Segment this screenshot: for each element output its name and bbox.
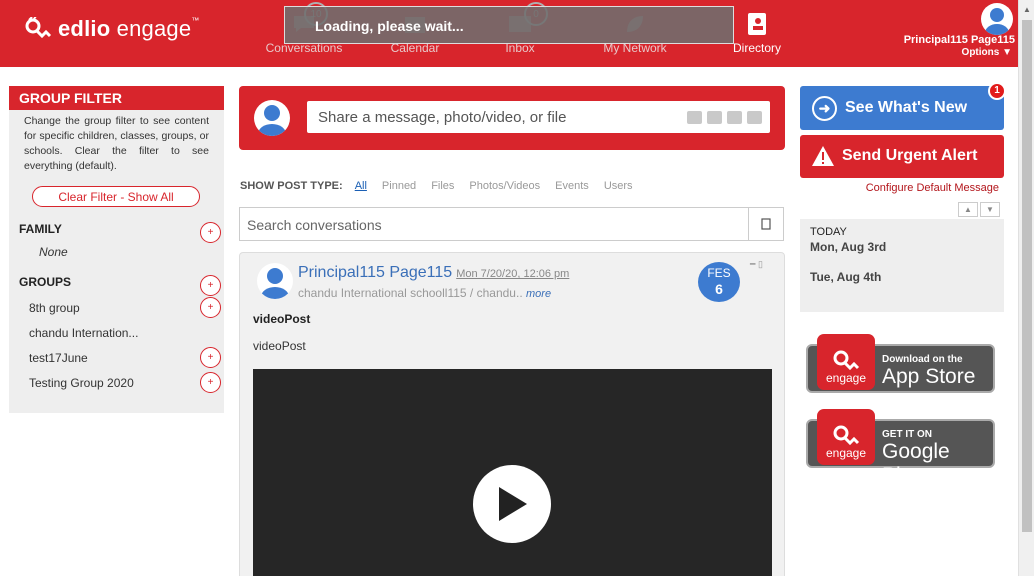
appstore-small-text: Download on the — [882, 354, 963, 365]
clear-filter-button[interactable]: Clear Filter - Show All — [32, 186, 200, 207]
calendar-day[interactable]: Tue, Aug 4th — [810, 270, 881, 284]
post-author-line: Principal115 Page115 Mon 7/20/20, 12:06 p… — [298, 264, 569, 282]
calendar-day[interactable]: Mon, Aug 3rd — [810, 240, 886, 254]
group-item-testing-2020[interactable]: Testing Group 2020 — [29, 376, 134, 390]
more-link[interactable]: more — [526, 288, 551, 300]
post-separator: / — [469, 286, 474, 300]
menu-icon[interactable]: ▯ — [758, 259, 763, 269]
notification-count: 1 — [988, 82, 1006, 100]
logo-text: edlio engage™ — [58, 16, 200, 41]
edlio-logo-icon — [25, 17, 52, 39]
family-title: FAMILY — [19, 222, 62, 236]
upcoming-calendar: TODAY Mon, Aug 3rd Tue, Aug 4th — [800, 219, 1004, 312]
groups-title: GROUPS — [19, 275, 72, 289]
warning-icon — [812, 146, 834, 166]
add-family-button[interactable]: + — [200, 222, 221, 243]
post-date-badge: FES 6 — [698, 262, 740, 302]
gplay-small-text: GET IT ON — [882, 429, 932, 440]
post-type-files[interactable]: Files — [431, 180, 454, 192]
loading-overlay: Loading, please wait... — [284, 6, 734, 44]
scrollbar-thumb[interactable] — [1022, 20, 1032, 532]
engage-app-icon: engage — [817, 334, 875, 390]
post-author-avatar[interactable] — [257, 263, 293, 299]
configure-default-message-link[interactable]: Configure Default Message — [800, 182, 999, 194]
page-scrollbar[interactable]: ▲ — [1018, 0, 1034, 576]
google-play-badge[interactable]: engage GET IT ON Google Play — [806, 409, 995, 487]
chevron-down-icon[interactable]: ▼ — [980, 202, 1000, 217]
edlio-logo-icon — [833, 425, 860, 446]
group-plus-button[interactable]: + — [200, 347, 221, 368]
play-icon — [499, 487, 527, 521]
post-type-users[interactable]: Users — [604, 180, 633, 192]
arrow-right-icon: ➜ — [812, 96, 837, 121]
edlio-engage-logo[interactable]: edlio engage™ — [24, 16, 199, 42]
see-new-label: See What's New — [845, 99, 968, 116]
search-conversations-input[interactable]: Search conversations — [239, 207, 749, 241]
post-type-events[interactable]: Events — [555, 180, 589, 192]
composer-attach-icons — [687, 111, 775, 124]
gplay-big-text: Google Play — [882, 440, 950, 487]
camera-icon[interactable] — [687, 111, 702, 124]
post-group: chandu.. — [476, 286, 523, 300]
post-type-filter: SHOW POST TYPE: All Pinned Files Photos/… — [240, 180, 648, 192]
post-type-all[interactable]: All — [355, 180, 367, 192]
calendar-nav: ▲ ▼ — [958, 202, 1000, 217]
group-item-8th-group[interactable]: 8th group — [29, 301, 80, 315]
today-label: TODAY — [810, 226, 847, 238]
post-author-name[interactable]: Principal115 Page115 — [298, 264, 452, 281]
urgent-label: Send Urgent Alert — [842, 147, 978, 164]
directory-icon — [743, 11, 771, 37]
group-plus-button[interactable]: + — [200, 372, 221, 393]
badge-day: 6 — [715, 281, 723, 297]
nav-label: Directory — [732, 41, 781, 55]
group-item-test17june[interactable]: test17June — [29, 351, 88, 365]
file-icon[interactable] — [727, 111, 742, 124]
chevron-up-icon[interactable]: ▲ — [958, 202, 978, 217]
user-avatar[interactable] — [981, 3, 1013, 35]
post-body: videoPost — [253, 339, 306, 353]
post-audience: chandu International schooll115 / chandu… — [298, 286, 551, 300]
post-school: chandu International schooll115 — [298, 286, 467, 300]
add-group-button[interactable]: + — [200, 275, 221, 296]
post-title: videoPost — [253, 312, 311, 326]
play-button[interactable] — [473, 465, 551, 543]
document-icon[interactable] — [747, 111, 762, 124]
group-item-chandu[interactable]: chandu Internation... — [29, 326, 138, 340]
app-store-badge[interactable]: engage Download on the App Store — [806, 334, 995, 393]
app-icon-label: engage — [825, 371, 867, 385]
video-player[interactable] — [253, 369, 772, 576]
family-none: None — [39, 245, 68, 259]
group-filter-title: GROUP FILTER — [9, 86, 224, 110]
options-menu[interactable]: Options ▼ — [880, 47, 1012, 58]
user-name[interactable]: Principal115 Page115 — [880, 34, 1015, 46]
badge-month: FES — [707, 266, 731, 280]
edlio-logo-icon — [833, 350, 860, 371]
see-whats-new-button[interactable]: ➜ See What's New 1 — [800, 82, 1006, 130]
appstore-big-text: App Store — [882, 365, 976, 388]
post-type-label: SHOW POST TYPE: — [240, 180, 343, 192]
composer-avatar — [254, 100, 290, 136]
post-tools: ━ ▯ — [750, 259, 763, 270]
pin-icon[interactable]: ━ — [750, 259, 755, 269]
post-type-pinned[interactable]: Pinned — [382, 180, 416, 192]
user-silhouette-icon — [258, 105, 286, 136]
scroll-up-icon[interactable]: ▲ — [1023, 5, 1031, 14]
post-composer: Share a message, photo/video, or file — [239, 86, 785, 150]
post-card: Principal115 Page115 Mon 7/20/20, 12:06 p… — [239, 252, 785, 576]
user-silhouette-icon — [261, 268, 289, 299]
post-date[interactable]: Mon 7/20/20, 12:06 pm — [456, 268, 569, 280]
post-type-photos-videos[interactable]: Photos/Videos — [469, 180, 540, 192]
engage-app-icon: engage — [817, 409, 875, 465]
search-button[interactable] — [748, 207, 784, 241]
nav-directory[interactable]: Directory — [726, 0, 788, 67]
app-icon-label: engage — [825, 446, 867, 460]
user-silhouette-icon — [985, 8, 1009, 35]
group-filter-description: Change the group filter to see content f… — [24, 115, 209, 172]
group-plus-button[interactable]: + — [200, 297, 221, 318]
search-square-icon — [761, 218, 771, 230]
video-icon[interactable] — [707, 111, 722, 124]
send-urgent-alert-button[interactable]: Send Urgent Alert — [800, 135, 1004, 178]
group-filter-panel: GROUP FILTER Change the group filter to … — [9, 86, 224, 413]
